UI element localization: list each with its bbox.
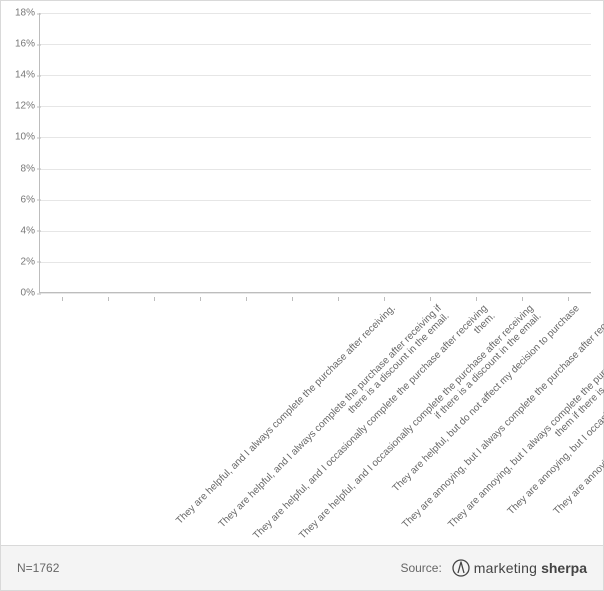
x-label-slot: They are helpful, and I always complete … bbox=[85, 297, 131, 535]
x-label-slot: They are helpful, and I occasionally com… bbox=[177, 297, 223, 535]
x-label-slot: They are helpful, and I occasionally com… bbox=[131, 297, 177, 535]
x-label-slot: I have never received an email reminder. bbox=[545, 297, 591, 535]
x-tick bbox=[62, 297, 63, 301]
y-tick-label: 2% bbox=[5, 256, 35, 267]
x-tick bbox=[384, 297, 385, 301]
y-tick-label: 4% bbox=[5, 225, 35, 236]
sample-size: N=1762 bbox=[17, 561, 59, 575]
x-tick bbox=[476, 297, 477, 301]
x-labels: They are helpful, and I always complete … bbox=[39, 297, 591, 535]
x-tick bbox=[522, 297, 523, 301]
x-tick bbox=[338, 297, 339, 301]
brand-bold: sherpa bbox=[541, 560, 587, 576]
chart-footer: N=1762 Source: marketingsherpa bbox=[1, 545, 603, 590]
plot-area: 0%2%4%6%8%10%12%14%16%18% bbox=[39, 13, 591, 293]
x-tick bbox=[108, 297, 109, 301]
x-tick bbox=[292, 297, 293, 301]
x-label-slot: They are helpful, but do not affect my d… bbox=[223, 297, 269, 535]
x-label-slot: They are annoying, but I occasionally co… bbox=[361, 297, 407, 535]
y-tick-label: 6% bbox=[5, 194, 35, 205]
y-tick-label: 14% bbox=[5, 70, 35, 81]
x-tick bbox=[430, 297, 431, 301]
y-tick-label: 10% bbox=[5, 132, 35, 143]
sherpa-mark-icon bbox=[452, 559, 470, 577]
x-label-slot: They are annoying, but I always complete… bbox=[269, 297, 315, 535]
y-tick-label: 12% bbox=[5, 101, 35, 112]
brand-thin: marketing bbox=[474, 560, 537, 576]
x-tick bbox=[200, 297, 201, 301]
x-label-slot: They are annoying, but I always complete… bbox=[315, 297, 361, 535]
gridline bbox=[39, 293, 591, 294]
chart-frame: 0%2%4%6%8%10%12%14%16%18% They are helpf… bbox=[0, 0, 604, 591]
y-tick-label: 8% bbox=[5, 163, 35, 174]
y-tick-label: 0% bbox=[5, 288, 35, 299]
source: Source: marketingsherpa bbox=[400, 559, 587, 577]
marketingsherpa-logo: marketingsherpa bbox=[452, 559, 587, 577]
x-label-slot: None bbox=[499, 297, 545, 535]
x-tick bbox=[246, 297, 247, 301]
x-label-slot: They are annoying, and I wish brands wou… bbox=[453, 297, 499, 535]
x-label-slot: They are annoying, but I occasionally co… bbox=[407, 297, 453, 535]
bars-container bbox=[39, 13, 591, 293]
x-tick bbox=[568, 297, 569, 301]
y-tick-label: 16% bbox=[5, 39, 35, 50]
x-label-slot: They are helpful, and I always complete … bbox=[39, 297, 85, 535]
x-tick bbox=[154, 297, 155, 301]
source-label: Source: bbox=[400, 561, 441, 575]
y-tick-label: 18% bbox=[5, 8, 35, 19]
